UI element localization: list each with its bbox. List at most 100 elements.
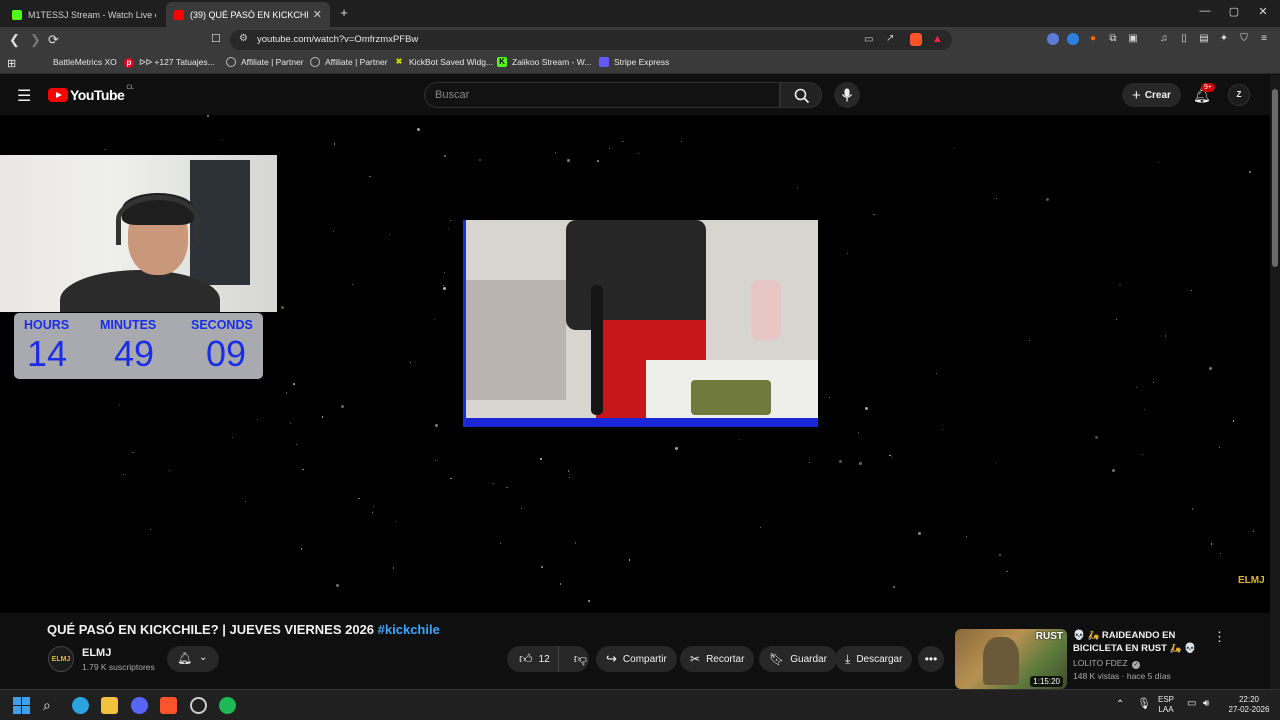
- discord-icon[interactable]: [131, 697, 148, 714]
- extension-icon-3[interactable]: ●: [1087, 33, 1099, 45]
- tab-kick[interactable]: M1TESSJ Stream - Watch Live on Kick: [4, 2, 164, 27]
- search-button[interactable]: [780, 82, 822, 108]
- reload-icon[interactable]: ⟳: [48, 32, 59, 48]
- close-window-button[interactable]: ✕: [1253, 5, 1273, 18]
- subscription-bell-button[interactable]: 🔔︎ ⌄: [167, 646, 219, 672]
- network-icon[interactable]: ▭: [1187, 699, 1196, 709]
- sidebar-icon[interactable]: ▯: [1178, 33, 1190, 45]
- account-avatar[interactable]: Z: [1228, 84, 1250, 106]
- download-button[interactable]: ⤓ Descargar: [835, 646, 913, 672]
- forward-icon[interactable]: ❯: [30, 32, 41, 48]
- star: [302, 468, 304, 471]
- star: [865, 406, 869, 410]
- bookmark-affiliate-2[interactable]: Affiliate | Partner: [310, 57, 388, 67]
- dislike-button[interactable]: 👎︎: [565, 651, 596, 667]
- screenshot-icon[interactable]: ▣: [1127, 33, 1139, 45]
- star: [123, 473, 125, 475]
- channel-watermark[interactable]: ELMJ: [1238, 575, 1265, 586]
- youtube-logo[interactable]: YouTube CL: [48, 85, 134, 103]
- suggested-channel[interactable]: LOLITO FDEZ ✓: [1073, 658, 1141, 669]
- clock[interactable]: 22:20 27-02-2026: [1224, 695, 1274, 715]
- brave-icon[interactable]: [160, 697, 177, 714]
- star: [1249, 171, 1251, 173]
- bookmark-label: Affiliate | Partner: [325, 57, 388, 67]
- search-icon[interactable]: ⌕: [43, 697, 60, 714]
- bookmark-kickbot[interactable]: ✖ KickBot Saved Widg...: [394, 57, 493, 67]
- apps-grid-icon[interactable]: ⊞: [7, 57, 16, 70]
- video-title: QUÉ PASÓ EN KICKCHILE? | JUEVES VIERNES …: [47, 622, 440, 637]
- volume-icon[interactable]: 🔊︎: [1203, 699, 1209, 709]
- maximize-button[interactable]: ▢: [1224, 5, 1244, 18]
- bell-icon: 🔔︎: [177, 651, 193, 665]
- vpn-icon[interactable]: ⛉: [1238, 33, 1250, 45]
- microphone-icon[interactable]: 🎙︎: [1137, 699, 1151, 710]
- scissors-icon: ✂: [690, 652, 701, 666]
- star: [1232, 420, 1235, 422]
- cast-icon[interactable]: ▭: [864, 34, 873, 45]
- leo-ai-icon[interactable]: ✦: [1218, 33, 1230, 45]
- bookmark-icon[interactable]: ☐: [211, 32, 221, 45]
- suggested-title[interactable]: 💀 🛵 RAIDEANDO EN BICICLETA EN RUST 🛵 💀: [1073, 629, 1208, 655]
- brave-rewards-icon[interactable]: ▲: [932, 33, 943, 45]
- telegram-icon[interactable]: [72, 697, 89, 714]
- star: [321, 416, 324, 418]
- search-input[interactable]: [425, 83, 779, 107]
- youtube-play-icon: [48, 88, 68, 102]
- bookmark-battlemetrics[interactable]: BattleMetrics XO: [38, 57, 117, 67]
- more-actions-button[interactable]: •••: [918, 646, 944, 672]
- media-icon[interactable]: ♫: [1158, 33, 1170, 45]
- minimize-button[interactable]: —: [1195, 5, 1215, 17]
- close-tab-icon[interactable]: ✕: [313, 8, 322, 21]
- like-button[interactable]: 👍︎ 12: [507, 646, 559, 672]
- extensions-puzzle-icon[interactable]: ⧉: [1107, 33, 1119, 45]
- star: [358, 497, 360, 500]
- clip-button[interactable]: ✂ Recortar: [680, 646, 755, 672]
- star: [917, 532, 921, 536]
- tab-youtube[interactable]: (39) QUÉ PASÓ EN KICKCHILE ✕: [166, 2, 330, 27]
- share-button[interactable]: ↪ Compartir: [596, 646, 677, 672]
- back-icon[interactable]: ❮: [9, 32, 20, 48]
- star: [540, 458, 542, 460]
- brave-shields-icon[interactable]: [910, 33, 922, 46]
- suggested-thumbnail[interactable]: RUST 1:15:20: [955, 629, 1067, 689]
- scrollbar-thumb[interactable]: [1272, 89, 1278, 267]
- bookmark-tatuajes[interactable]: p ᐅᐅ +127 Tatuajes...: [124, 57, 215, 68]
- star: [873, 213, 875, 216]
- star: [132, 451, 134, 454]
- windows-start-icon[interactable]: [13, 697, 30, 714]
- star: [628, 559, 631, 561]
- steam-icon[interactable]: [190, 697, 207, 714]
- notifications-button[interactable]: 🔔︎ 9+: [1193, 83, 1215, 104]
- channel-avatar[interactable]: ELMJ: [48, 646, 74, 672]
- voice-search-button[interactable]: [834, 82, 860, 108]
- page-scrollbar[interactable]: [1270, 75, 1280, 689]
- bookmark-zaiikoo[interactable]: K Zaiikoo Stream - W...: [497, 57, 591, 67]
- star: [372, 505, 375, 508]
- extension-icon-2[interactable]: [1067, 33, 1079, 45]
- star: [996, 198, 998, 200]
- more-horizontal-icon: •••: [924, 652, 938, 666]
- star: [333, 143, 335, 145]
- hashtag-link[interactable]: #kickchile: [378, 622, 440, 637]
- bookmark-stripe[interactable]: Stripe Express: [599, 57, 669, 67]
- site-info-icon[interactable]: ⚙: [239, 33, 248, 44]
- video-player[interactable]: HOURS MINUTES SECONDS 14 49 09 ELMJ: [0, 115, 1270, 613]
- star: [1029, 340, 1031, 342]
- menu-icon[interactable]: ≡: [1258, 33, 1270, 45]
- more-vertical-icon[interactable]: ⋮: [1213, 629, 1226, 645]
- create-button[interactable]: + Crear: [1122, 83, 1181, 107]
- extension-icon-1[interactable]: [1047, 33, 1059, 45]
- file-explorer-icon[interactable]: [101, 697, 118, 714]
- language-indicator[interactable]: ESP LAA: [1158, 695, 1174, 715]
- wallet-icon[interactable]: ▤: [1198, 33, 1210, 45]
- url-field[interactable]: ⚙ youtube.com/watch?v=OmfrzmxPFBw ▭ ↗ ▲: [230, 30, 952, 50]
- share-icon[interactable]: ↗: [886, 33, 894, 44]
- show-hidden-icons[interactable]: ⌃: [1116, 700, 1124, 710]
- new-tab-button[interactable]: +: [334, 5, 354, 20]
- search-box[interactable]: [424, 82, 780, 108]
- guide-menu-icon[interactable]: ☰: [17, 86, 31, 106]
- channel-name[interactable]: ELMJ: [82, 647, 111, 659]
- save-button[interactable]: 🔖︎ Guardar: [759, 646, 837, 672]
- spotify-icon[interactable]: [219, 697, 236, 714]
- bookmark-affiliate-1[interactable]: Affiliate | Partner: [226, 57, 304, 67]
